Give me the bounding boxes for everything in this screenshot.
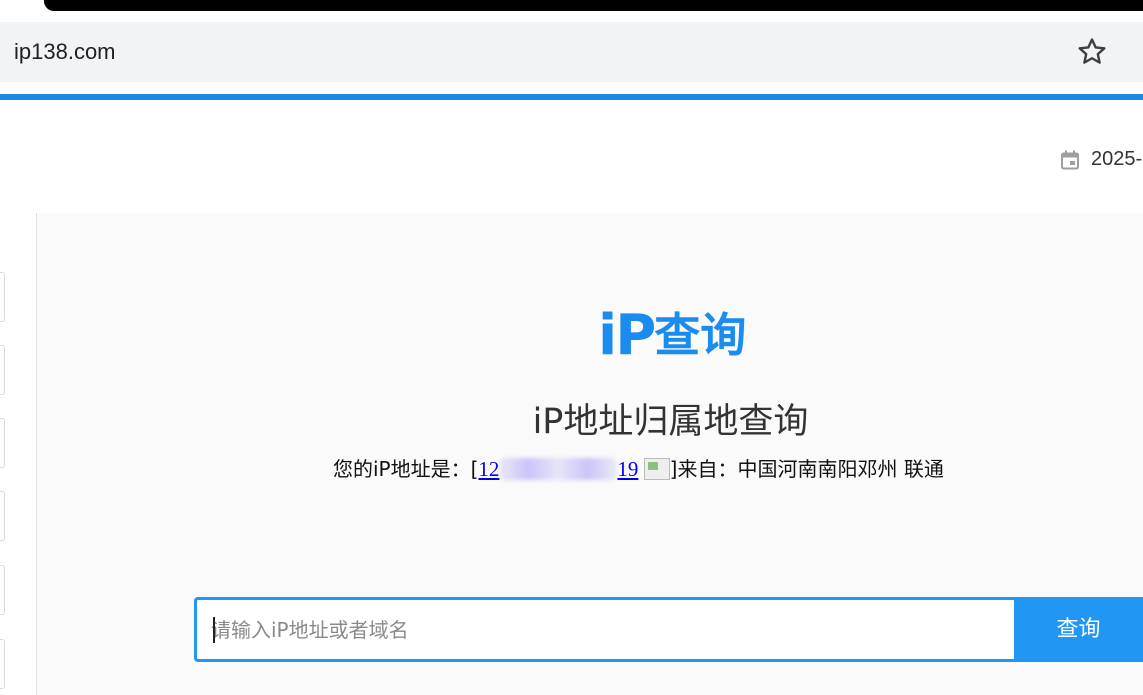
my-ip-link[interactable]: 12 19 — [478, 457, 638, 481]
sidebar-item[interactable] — [0, 272, 5, 322]
search-box[interactable] — [194, 597, 1016, 662]
broken-image-icon — [643, 458, 670, 480]
my-ip-location: ]来自：中国河南南阳邓州 联通 — [669, 457, 944, 481]
my-ip-start: 12 — [478, 457, 500, 481]
url-text[interactable]: ip138.com — [14, 39, 116, 65]
header-date: 2025- — [1091, 148, 1143, 170]
my-ip-label: 您的iP地址是：[ — [333, 457, 479, 481]
site-header: 2025- — [0, 94, 1143, 213]
tab-strip — [0, 0, 1143, 22]
page-title: iP地址归属地查询 — [0, 393, 1143, 444]
redacted-ip-blur — [499, 458, 618, 480]
logo-cn-text: 查询 — [654, 308, 747, 362]
address-bar[interactable]: ip138.com ⋮ — [0, 22, 1143, 82]
star-outline-icon[interactable] — [1075, 35, 1109, 69]
search-button[interactable]: 查询 — [1014, 597, 1143, 662]
sidebar-item[interactable] — [0, 639, 5, 689]
sidebar-item[interactable] — [0, 491, 5, 541]
sidebar-item[interactable] — [0, 565, 5, 615]
logo-ip-text: iP — [598, 303, 656, 368]
calendar-icon — [1061, 150, 1079, 170]
my-ip-end: 19 — [617, 457, 639, 481]
sidebar-item[interactable] — [0, 345, 5, 395]
text-caret — [213, 617, 215, 643]
page-title-text: iP地址归属地查询 — [532, 402, 809, 442]
ip-query-logo[interactable]: iP查询 — [598, 302, 747, 368]
extension-icon-edge[interactable]: ⋮ — [1138, 48, 1143, 72]
tab-bar-dark — [44, 0, 1143, 11]
search-input[interactable] — [211, 600, 1001, 659]
sidebar — [0, 213, 37, 695]
my-ip-line: 您的iP地址是：[12 19 ]来自：中国河南南阳邓州 联通 — [333, 453, 944, 482]
